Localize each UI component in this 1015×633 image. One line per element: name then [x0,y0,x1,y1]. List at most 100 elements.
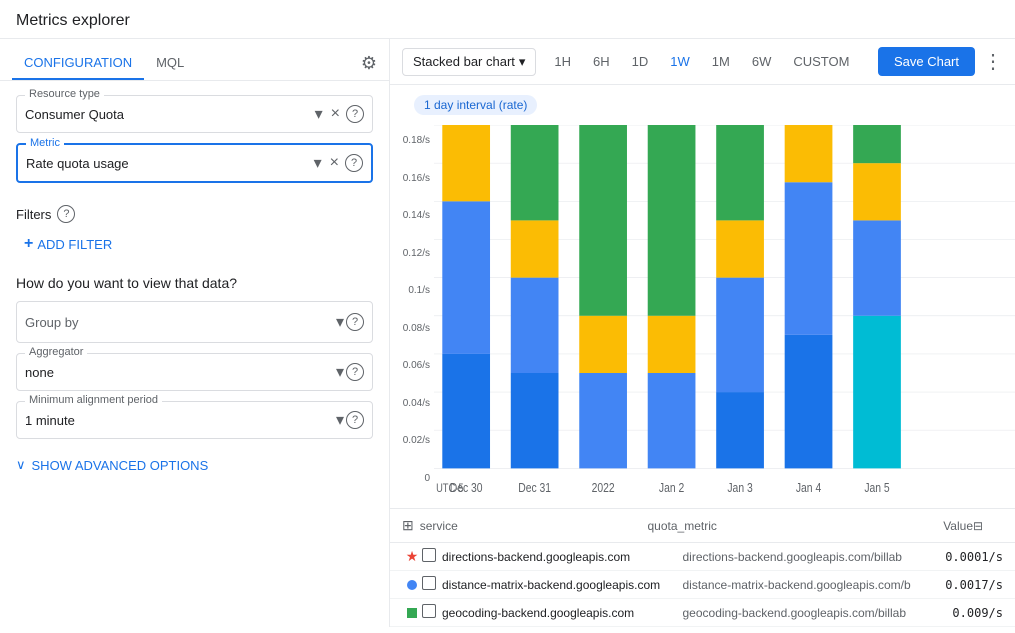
metric-help-button[interactable]: ? [345,154,363,172]
settings-gear-button[interactable]: ⚙ [361,53,377,74]
add-filter-button[interactable]: + ADD FILTER [16,231,120,257]
min-alignment-help-button[interactable]: ? [346,411,364,429]
view-question: How do you want to view that data? [0,267,389,301]
value-column-header: Value [893,519,973,533]
resource-type-help-button[interactable]: ? [346,105,364,123]
chart-plot-area: Dec 30▽Dec 31▽2022▽Jan 2▽Jan 3▽Jan 4▽Jan… [434,125,1015,508]
legend-row-checkbox[interactable] [422,604,442,621]
legend-row[interactable]: ★ directions-backend.googleapis.com dire… [390,543,1015,571]
time-button-1w[interactable]: 1W [660,49,700,74]
y-axis-label: 0.16/s [390,173,430,184]
metric-dropdown-button[interactable]: ▾ [312,151,324,175]
y-axis-label: 0.18/s [390,135,430,146]
app-container: Metrics explorer CONFIGURATION MQL ⚙ Res… [0,0,1015,627]
chart-type-chevron-icon: ▾ [519,54,526,70]
group-by-dropdown-button[interactable]: ▾ [334,310,346,334]
service-column-header: ⊞ service [402,517,648,534]
show-advanced-button[interactable]: ∨ SHOW ADVANCED OPTIONS [0,449,389,481]
y-axis-label: 0.1/s [390,285,430,296]
legend-row-service: distance-matrix-backend.googleapis.com [442,578,683,592]
time-button-6h[interactable]: 6H [583,49,620,74]
time-button-1d[interactable]: 1D [622,49,659,74]
y-axis-label: 0.08/s [390,323,430,334]
filters-help-button[interactable]: ? [57,205,75,223]
bars-column-header: ⊟ [973,519,1003,533]
y-axis-label: 0.04/s [390,398,430,409]
time-range-buttons: 1H6H1D1W1M6WCUSTOM [544,49,859,74]
svg-text:Jan 3: Jan 3 [727,480,753,496]
resource-type-dropdown-button[interactable]: ▾ [313,102,325,126]
filters-row: Filters ? [0,201,389,231]
filters-label: Filters [16,207,51,222]
aggregator-field: Aggregator none ▾ ? [16,353,373,391]
aggregator-dropdown-button[interactable]: ▾ [334,360,346,384]
metric-field: Metric Rate quota usage ▾ × ? [16,143,373,183]
chart-type-label: Stacked bar chart [413,54,515,69]
y-axis-label: 0.14/s [390,210,430,221]
right-panel: Stacked bar chart ▾ 1H6H1D1W1M6WCUSTOM S… [390,39,1015,627]
chart-type-select[interactable]: Stacked bar chart ▾ [402,48,536,76]
legend-table-header: ⊞ service quota_metric Value ⊟ [390,509,1015,543]
legend-table: ⊞ service quota_metric Value ⊟ ★ directi… [390,508,1015,627]
metric-value: Rate quota usage [26,156,312,171]
svg-text:2022: 2022 [592,480,615,496]
legend-row-service: geocoding-backend.googleapis.com [442,606,683,620]
aggregator-help-button[interactable]: ? [346,363,364,381]
legend-row-checkbox[interactable] [422,548,442,565]
interval-badge-container: 1 day interval (rate) [390,85,1015,125]
checkbox-icon [422,576,436,590]
y-axis-label: 0.06/s [390,360,430,371]
service-header-label: service [420,519,458,533]
legend-rows-container: ★ directions-backend.googleapis.com dire… [390,543,1015,627]
legend-color-circle [407,580,417,590]
checkbox-icon [422,548,436,562]
legend-row-color [402,580,422,590]
svg-text:Jan 4: Jan 4 [796,480,822,496]
group-by-value: Group by [25,315,334,330]
save-chart-button[interactable]: Save Chart [878,47,975,76]
y-axis-labels: 0.18/s 0.16/s 0.14/s 0.12/s 0.1/s 0.08/s 0.06/… [390,125,434,508]
legend-row-value: 0.0017/s [923,578,1003,592]
time-button-1m[interactable]: 1M [702,49,740,74]
y-axis-label: 0.02/s [390,435,430,446]
legend-row-quota: geocoding-backend.googleapis.com/billab [683,606,924,620]
legend-row-value: 0.009/s [923,606,1003,620]
time-button-1h[interactable]: 1H [544,49,581,74]
quota-column-header: quota_metric [648,519,894,533]
svg-text:Jan 5: Jan 5 [864,480,890,496]
time-button-6w[interactable]: 6W [742,49,782,74]
interval-badge: 1 day interval (rate) [414,95,537,115]
resource-type-clear-button[interactable]: × [329,103,342,125]
resource-type-field: Resource type Consumer Quota ▾ × ? [16,95,373,133]
aggregator-value: none [25,365,334,380]
legend-row-color [402,608,422,618]
group-by-help-button[interactable]: ? [346,313,364,331]
metric-label: Metric [26,137,64,149]
metric-clear-button[interactable]: × [328,152,341,174]
tab-configuration[interactable]: CONFIGURATION [12,47,144,80]
resource-type-label: Resource type [25,88,104,100]
time-button-custom[interactable]: CUSTOM [783,49,859,74]
checkbox-icon [422,604,436,618]
legend-row[interactable]: distance-matrix-backend.googleapis.com d… [390,571,1015,599]
left-panel: CONFIGURATION MQL ⚙ Resource type Consum… [0,39,390,627]
min-alignment-dropdown-button[interactable]: ▾ [334,408,346,432]
legend-row-checkbox[interactable] [422,576,442,593]
more-options-button[interactable]: ⋮ [983,49,1003,74]
resource-type-section: Resource type Consumer Quota ▾ × ? Metri… [0,81,389,201]
legend-row[interactable]: geocoding-backend.googleapis.com geocodi… [390,599,1015,627]
app-header: Metrics explorer [0,0,1015,39]
chevron-down-icon: ∨ [16,457,26,473]
y-axis-label: 0 [390,473,430,484]
svg-text:UTC-5: UTC-5 [436,482,464,495]
bar-chart-svg: Dec 30▽Dec 31▽2022▽Jan 2▽Jan 3▽Jan 4▽Jan… [434,125,1015,508]
svg-text:Dec 31: Dec 31 [518,480,551,496]
min-alignment-label: Minimum alignment period [25,394,162,406]
aggregator-label: Aggregator [25,346,87,358]
tab-mql[interactable]: MQL [144,47,196,80]
chart-toolbar: Stacked bar chart ▾ 1H6H1D1W1M6WCUSTOM S… [390,39,1015,85]
y-axis-label: 0.12/s [390,248,430,259]
table-grid-icon: ⊞ [402,517,414,534]
chart-with-y-axis: 0.18/s 0.16/s 0.14/s 0.12/s 0.1/s 0.08/s 0.06/… [390,125,1015,508]
legend-color-star: ★ [406,548,419,565]
